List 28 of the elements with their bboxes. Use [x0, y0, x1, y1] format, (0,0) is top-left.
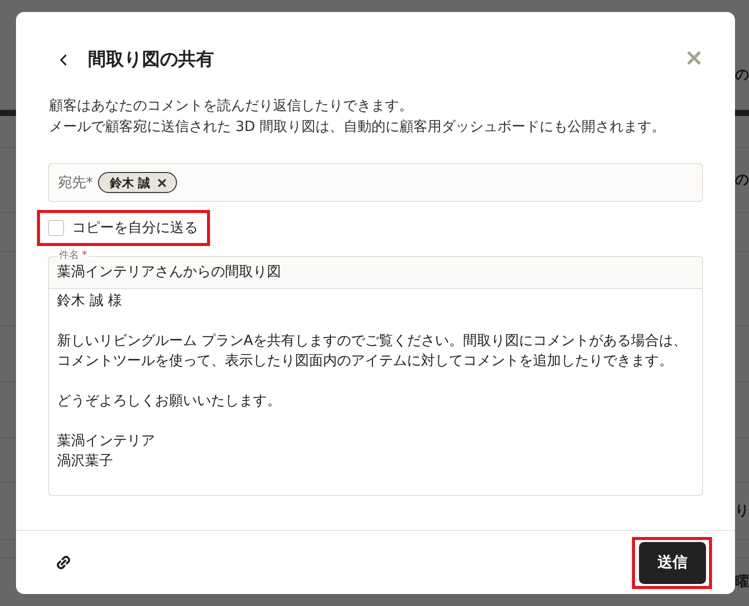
close-icon: [687, 51, 701, 65]
background-text: の: [735, 172, 749, 188]
message-text: コメントツールを使って、表示したり図面内のアイテムに対してコメントを追加したりできます。: [57, 352, 673, 371]
field-label: 宛先*: [58, 174, 93, 192]
back-chevron-icon: [60, 54, 66, 66]
message-field[interactable]: 鈴木 誠 様 新しいリビングルーム プランAを共有しますのでご覧ください。間取り図にコメントがある場合は、 コメントツールを使って、表示したり図面内のアイテムに対してコメントを追加したりできます。 どうぞよろしくお願いいたします。 葉渦インテリア 渦沢葉子: [48, 289, 703, 496]
message-text: どうぞよろしくお願いいたします。: [57, 392, 281, 411]
field-label: 件名 *: [58, 250, 88, 262]
back-button[interactable]: [58, 53, 68, 67]
copy-link-button[interactable]: [56, 555, 71, 570]
background-text: り: [735, 503, 749, 519]
description-text: 顧客はあなたのコメントを読んだり返信したりできます。: [48, 97, 413, 116]
checkbox[interactable]: [48, 220, 64, 236]
recipients-field[interactable]: 宛先* 鈴木 誠: [48, 163, 703, 202]
description-text: メールで顧客宛に送信された 3D 間取り図は、自動的に顧客用ダッシュボードにも公開されます。: [48, 118, 666, 137]
link-icon: [56, 555, 71, 570]
remove-icon[interactable]: [158, 178, 166, 186]
subject-field[interactable]: 件名 * 葉渦インテリアさんからの間取り図: [48, 250, 703, 289]
message-text: 鈴木 誠 様: [57, 292, 122, 311]
checkbox-label: コピーを自分に送る: [72, 219, 198, 238]
message-text: 葉渦インテリア: [57, 432, 155, 451]
dialog-title: 間取り図の共有: [88, 48, 214, 72]
recipient-chip[interactable]: 鈴木 誠: [98, 172, 178, 193]
background-text: 曜: [735, 574, 749, 590]
background-text: の: [735, 66, 749, 82]
message-text: 新しいリビングルーム プランAを共有しますのでご覧ください。間取り図にコメントがある場合は、: [57, 332, 688, 351]
send-button[interactable]: 送信: [639, 542, 706, 584]
message-text: 渦沢葉子: [57, 452, 113, 471]
